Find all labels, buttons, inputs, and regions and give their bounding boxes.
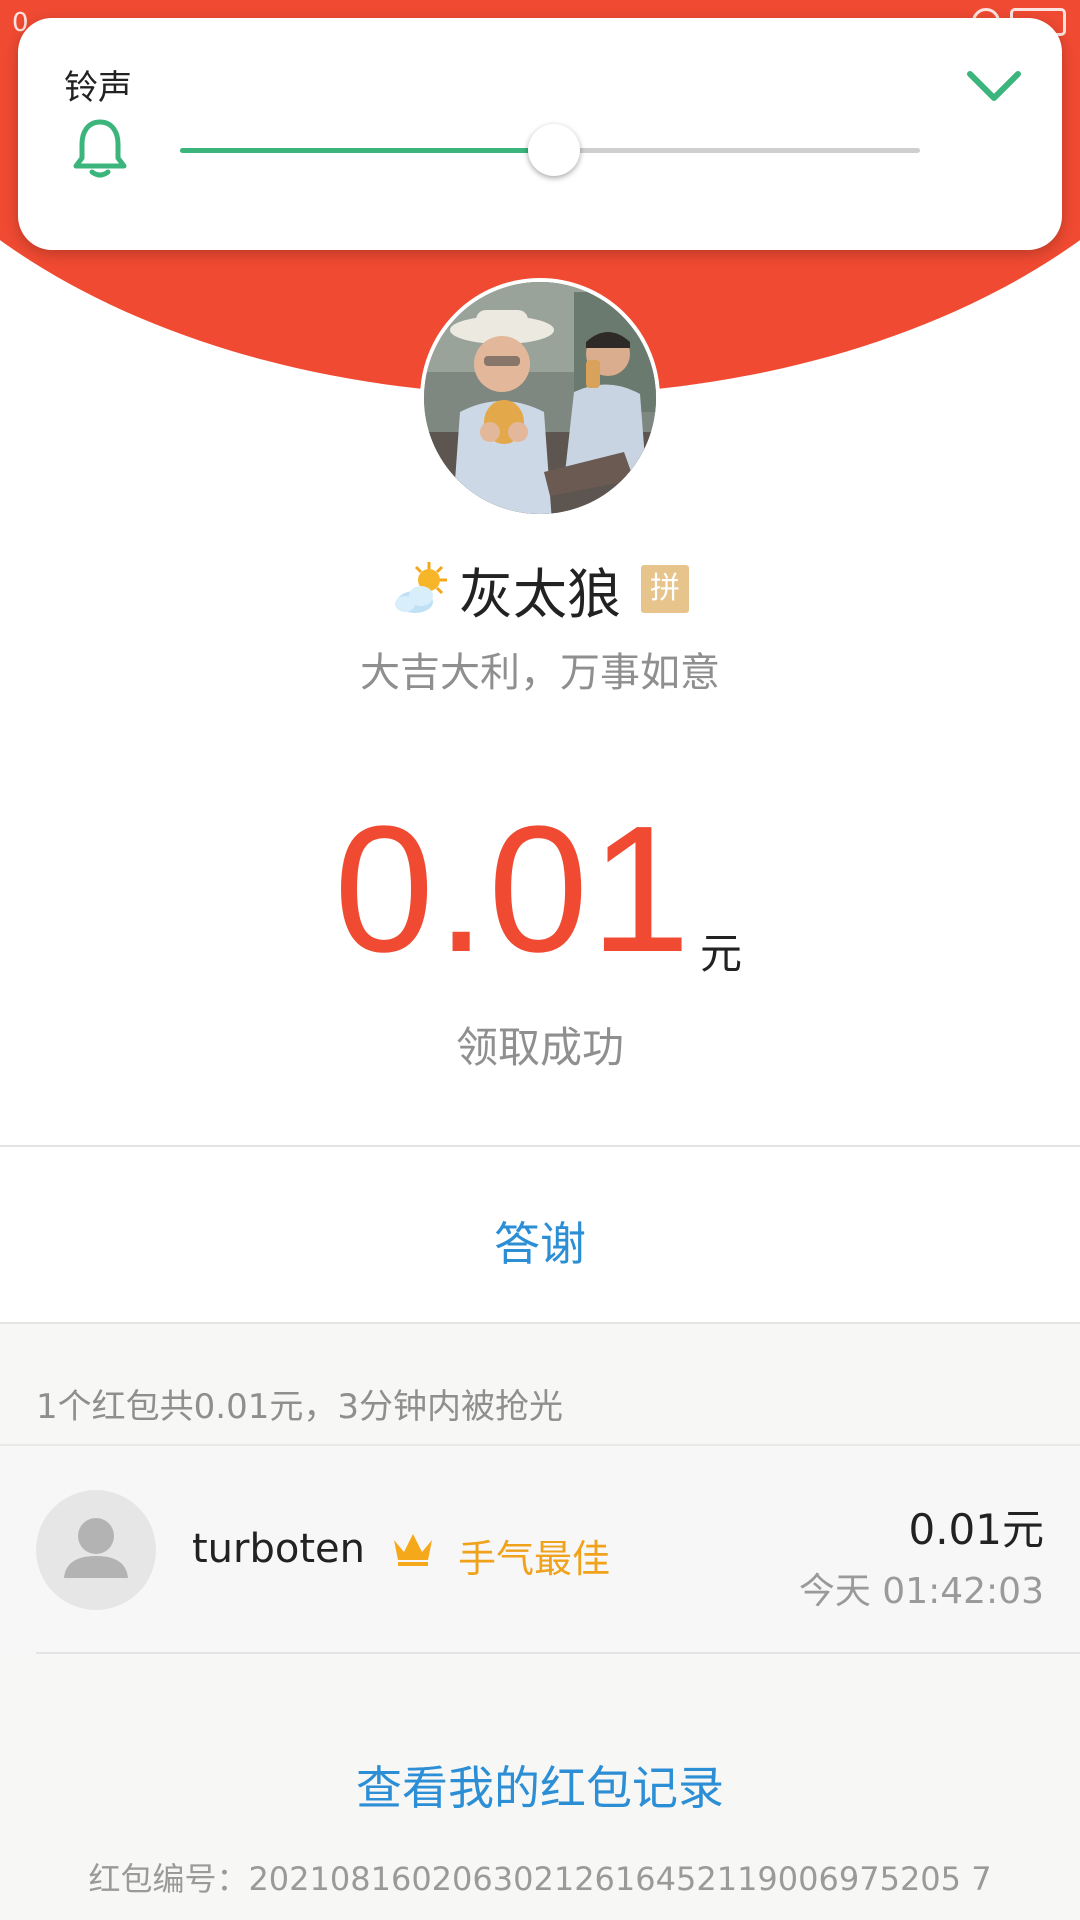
avatar-photo (424, 282, 656, 514)
sender-avatar[interactable] (420, 278, 660, 518)
sender-name: 灰太狼 (459, 562, 621, 626)
packet-id: 红包编号：20210816020630212616452119006975205… (88, 1860, 992, 1898)
default-user-icon (64, 1518, 128, 1578)
list-item[interactable]: turboten 手气最佳 0.01元 今天 01:42:03 (0, 1444, 1080, 1654)
reply-thanks-link[interactable]: 答谢 (0, 1208, 1080, 1274)
records-section: 1个红包共0.01元，3分钟内被抢光 turboten 手气最佳 0.01元 今… (0, 1322, 1080, 1920)
volume-panel: 铃声 (18, 18, 1062, 250)
crown-icon (394, 1534, 432, 1566)
amount-row: 0.01 元 (0, 800, 1080, 980)
greeting-text: 大吉大利，万事如意 (360, 650, 720, 696)
divider (0, 1145, 1080, 1147)
view-my-records-link[interactable]: 查看我的红包记录 (0, 1752, 1080, 1818)
group-badge: 拼 (641, 565, 689, 613)
sender-row: 灰太狼 拼 (0, 554, 1080, 626)
amount-value: 0.01 (334, 789, 693, 990)
claim-status: 领取成功 (455, 1023, 624, 1072)
slider-fill (180, 148, 554, 153)
divider (36, 1652, 1080, 1654)
best-luck-label: 手气最佳 (458, 1537, 611, 1581)
slider-thumb[interactable] (527, 124, 580, 176)
packet-summary: 1个红包共0.01元，3分钟内被抢光 (36, 1387, 563, 1427)
red-packet-detail-page: 0 铃声 灰太狼 拼 大吉大利，万事如意 0.01 元 领取成功 答谢 1个红包… (0, 0, 1080, 1920)
volume-panel-title: 铃声 (64, 68, 132, 108)
bell-icon[interactable] (70, 116, 130, 180)
avatar[interactable] (36, 1490, 156, 1610)
receiver-name: turboten (192, 1526, 365, 1572)
received-amount: 0.01元 (908, 1505, 1044, 1554)
partly-sunny-icon (395, 562, 447, 613)
ringtone-volume-slider[interactable] (180, 124, 920, 176)
received-time: 今天 01:42:03 (798, 1571, 1044, 1612)
amount-unit: 元 (700, 929, 743, 978)
chevron-down-icon[interactable] (962, 66, 1026, 106)
